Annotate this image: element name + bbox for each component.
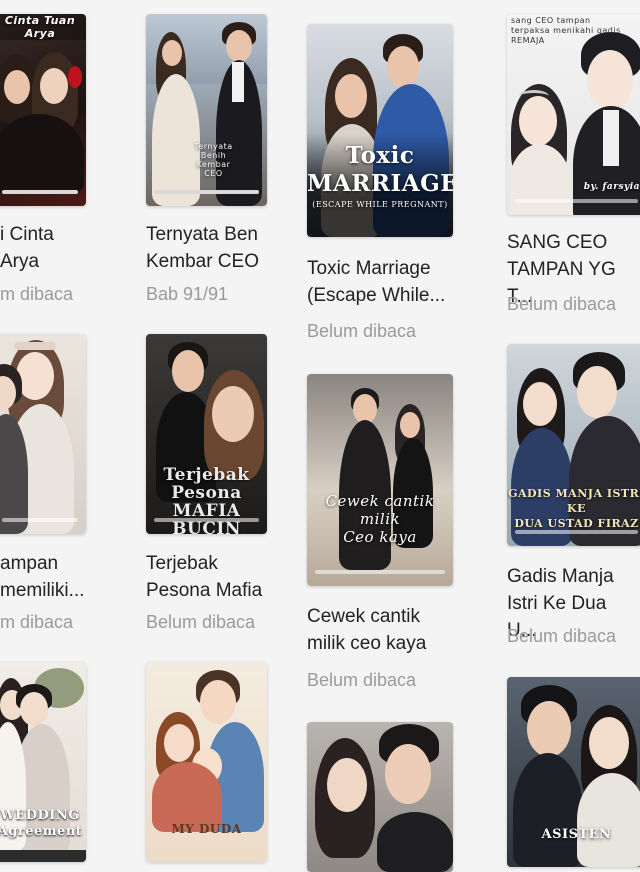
book-title: Cewek cantik milik ceo kaya [307,606,427,654]
book-cover[interactable]: MY DUDA [146,662,267,862]
read-status: Belum dibaca [507,294,617,314]
book-cover[interactable]: Toxic MARRIAGE (ESCAPE WHILE PREGNANT) [307,24,453,237]
book-title: Toxic Marriage (Escape While... [307,258,446,306]
cover-title: WEDDING Agreement [0,808,83,839]
cover-title: GADIS MANJA ISTRI KE DUA USTAD FIRAZ [508,487,640,530]
cover-title: Cinta Tuan Arya [0,14,86,40]
read-progress-bar [2,518,78,522]
read-status: m dibaca [0,284,74,304]
cover-title: ASISTEN [541,827,612,842]
read-status: Belum dibaca [146,612,256,632]
book-cover[interactable]: sang CEO tampan terpaksa menikahi gadis … [507,14,640,215]
book-cover[interactable]: ASISTEN [507,677,640,867]
cover-title: MY DUDA [171,822,242,836]
read-progress-bar [515,530,638,534]
book-cover[interactable]: GADIS MANJA ISTRI KE DUA USTAD FIRAZ [507,344,640,546]
read-status: Bab 91/91 [146,284,229,304]
cover-subtitle: by. farsyia [583,182,640,192]
read-status: Belum dibaca [307,670,417,690]
read-status: Belum dibaca [307,321,417,341]
book-title: Ternyata Ben Kembar CEO [146,224,259,272]
book-cover[interactable] [0,334,86,534]
book-cover[interactable]: Terjebak Pesona MAFIA BUCIN [146,334,267,534]
book-title: ampan memiliki... [0,553,85,601]
book-cover[interactable]: WEDDING Agreement [0,662,86,862]
cover-title: Ternyata Benih Kembar CEO [194,142,233,178]
read-status: m dibaca [0,612,74,632]
read-status: Belum dibaca [507,626,617,646]
read-progress-bar [154,518,259,522]
cover-title: sang CEO tampan terpaksa menikahi gadis … [511,16,621,45]
cover-title: Cewek cantik milik Ceo kaya [325,492,435,546]
book-cover[interactable] [307,722,453,872]
read-progress-bar [2,190,78,194]
book-cover[interactable]: Cewek cantik milik Ceo kaya [307,374,453,586]
book-title: Terjebak Pesona Mafia [146,553,263,601]
book-cover[interactable]: Ternyata Benih Kembar CEO [146,14,267,206]
book-title: i Cinta Arya [0,224,54,272]
cover-title: Terjebak Pesona MAFIA BUCIN [163,465,250,534]
cover-subtitle: (ESCAPE WHILE PREGNANT) [312,200,448,209]
read-progress-bar [154,190,259,194]
cover-title: Toxic MARRIAGE [307,142,453,197]
read-progress-bar [515,199,638,203]
read-progress-bar [315,570,445,574]
book-cover[interactable]: Cinta Tuan Arya [0,14,86,206]
